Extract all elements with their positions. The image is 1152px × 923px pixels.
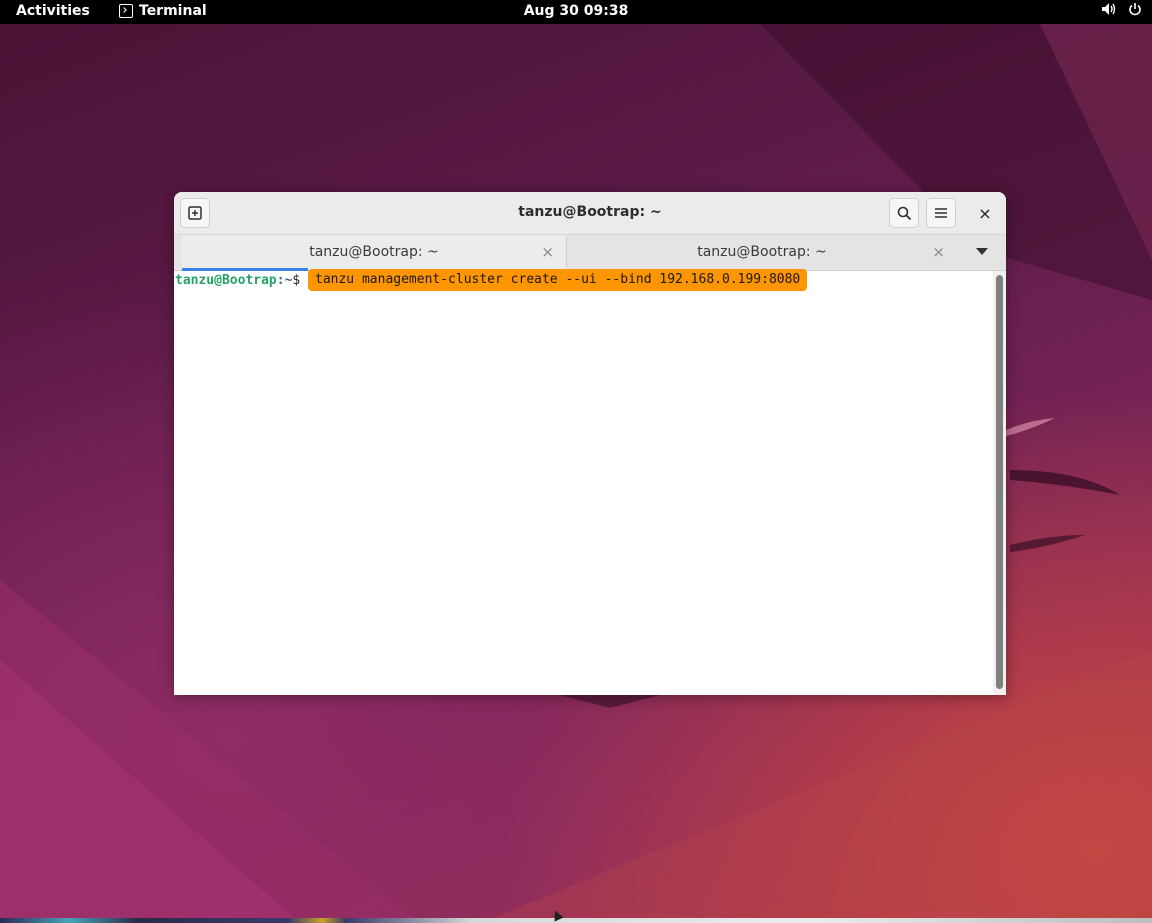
- window-title: tanzu@Bootrap: ~: [518, 204, 662, 220]
- tab-1-label: tanzu@Bootrap: ~: [309, 244, 439, 260]
- header-bar: tanzu@Bootrap: ~ ×: [174, 192, 1006, 235]
- tab-2[interactable]: tanzu@Bootrap: ~ ×: [566, 235, 957, 270]
- prompt-symbol: $: [292, 273, 309, 288]
- tab-overflow-dropdown-icon[interactable]: [976, 248, 988, 255]
- clock[interactable]: Aug 30 09:38: [0, 3, 1152, 19]
- close-icon: ×: [978, 203, 992, 223]
- dock-edge-strip: [0, 918, 1152, 923]
- prompt-path: :~: [276, 273, 293, 288]
- power-icon[interactable]: [1128, 2, 1142, 16]
- prompt-user: tanzu@Bootrap: [175, 273, 277, 288]
- tab-1[interactable]: tanzu@Bootrap: ~ ×: [182, 235, 566, 271]
- close-window-button[interactable]: ×: [970, 198, 1000, 228]
- system-tray[interactable]: [1101, 2, 1142, 16]
- search-icon: [897, 206, 911, 220]
- highlighted-command: tanzu management-cluster create --ui --b…: [308, 269, 808, 291]
- tab-2-label: tanzu@Bootrap: ~: [697, 244, 827, 260]
- terminal-window: tanzu@Bootrap: ~ × tanzu@Bootrap: ~ × ta…: [174, 192, 1006, 695]
- main-menu-button[interactable]: [926, 198, 956, 228]
- volume-icon[interactable]: [1101, 2, 1116, 16]
- scrollbar-thumb[interactable]: [996, 275, 1003, 689]
- hamburger-menu-icon: [935, 208, 947, 218]
- tab-2-close-icon[interactable]: ×: [932, 243, 945, 261]
- scrollbar[interactable]: [993, 271, 1006, 695]
- prompt-line: tanzu@Bootrap:~$: [175, 272, 308, 289]
- tab-1-close-icon[interactable]: ×: [541, 243, 554, 261]
- terminal-output[interactable]: tanzu@Bootrap:~$ tanzu management-cluste…: [174, 269, 992, 695]
- tab-bar: tanzu@Bootrap: ~ × tanzu@Bootrap: ~ ×: [174, 235, 1006, 271]
- top-bar: Activities Terminal Aug 30 09:38: [0, 0, 1152, 24]
- search-button[interactable]: [889, 198, 919, 228]
